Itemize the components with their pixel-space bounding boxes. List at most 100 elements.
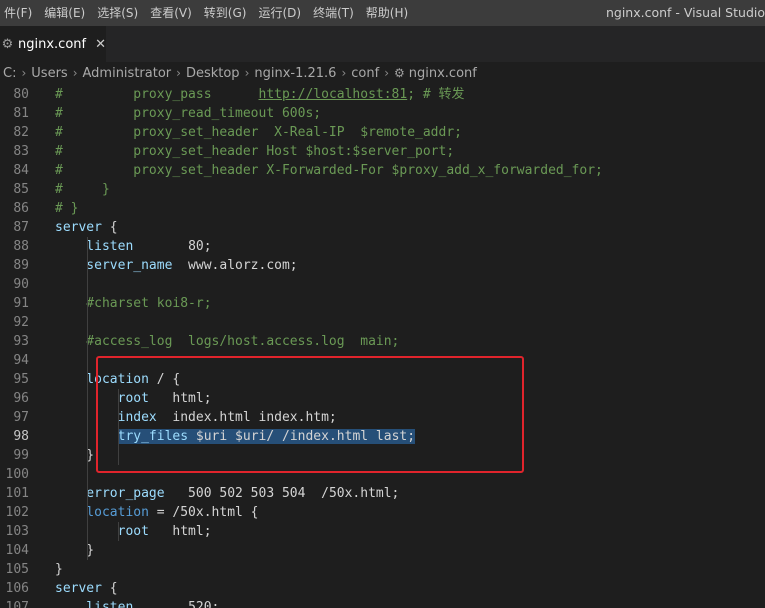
indent-guide <box>87 237 88 560</box>
code-line[interactable]: 93 #access_log logs/host.access.log main… <box>0 332 765 351</box>
code-line[interactable]: 101 error_page 500 502 503 504 /50x.html… <box>0 484 765 503</box>
code-line[interactable]: 90 <box>0 275 765 294</box>
code-token: server <box>55 220 102 235</box>
line-number: 98 <box>13 429 29 444</box>
breadcrumb-file[interactable]: nginx.conf <box>409 66 477 81</box>
menu-edit[interactable]: 编辑(E) <box>38 0 91 26</box>
line-number: 82 <box>13 125 29 140</box>
breadcrumb: C: › Users › Administrator › Desktop › n… <box>0 62 765 84</box>
code-line[interactable]: 98 try_files $uri $uri/ /index.html last… <box>0 427 765 446</box>
code-line[interactable]: 82 # proxy_set_header X-Real-IP $remote_a… <box>0 123 765 142</box>
code-line[interactable]: 84 # proxy_set_header X-Forwarded-For $pr… <box>0 161 765 180</box>
code-line[interactable]: 100 <box>0 465 765 484</box>
menu-bar: 件(F) 编辑(E) 选择(S) 查看(V) 转到(G) 运行(D) 终端(T)… <box>0 0 765 26</box>
gear-icon: ⚙ <box>1 36 14 52</box>
line-number: 107 <box>5 600 29 608</box>
code-text: location / { <box>55 370 180 389</box>
indent-guide <box>118 389 119 465</box>
code-token: # proxy_set_header X-Forwarded-For $prox… <box>55 163 603 178</box>
code-line[interactable]: 97 index index.html index.htm; <box>0 408 765 427</box>
code-token: # } <box>55 201 79 216</box>
chevron-right-icon: › <box>341 66 347 80</box>
code-line[interactable]: 105} <box>0 560 765 579</box>
menu-view[interactable]: 查看(V) <box>144 0 198 26</box>
line-number: 94 <box>13 353 29 368</box>
line-number: 105 <box>5 562 29 577</box>
breadcrumb-desktop[interactable]: Desktop <box>186 66 240 81</box>
breadcrumb-users[interactable]: Users <box>31 66 67 81</box>
code-line[interactable]: 95 location / { <box>0 370 765 389</box>
code-line[interactable]: 83 # proxy_set_header Host $host:$server_… <box>0 142 765 161</box>
code-token: 520; <box>133 600 220 608</box>
code-line[interactable]: 80 # proxy_pass http://localhost:81; # 转发 <box>0 85 765 104</box>
code-text: # proxy_set_header X-Real-IP $remote_add… <box>55 123 462 142</box>
chevron-right-icon: › <box>21 66 27 80</box>
breadcrumb-drive[interactable]: C: <box>3 66 16 81</box>
breadcrumb-administrator[interactable]: Administrator <box>83 66 172 81</box>
code-text: # proxy_set_header X-Forwarded-For $prox… <box>55 161 603 180</box>
code-line[interactable]: 94 <box>0 351 765 370</box>
line-number: 100 <box>5 467 29 482</box>
line-number: 81 <box>13 106 29 121</box>
code-token: #access_log logs/host.access.log main; <box>55 334 400 349</box>
code-line[interactable]: 103 root html; <box>0 522 765 541</box>
code-text: # } <box>55 199 78 218</box>
code-line[interactable]: 85 # } <box>0 180 765 199</box>
code-line[interactable]: 87 server { <box>0 218 765 237</box>
code-line[interactable]: 102 location = /50x.html { <box>0 503 765 522</box>
code-line[interactable]: 88 listen 80; <box>0 237 765 256</box>
code-line[interactable]: 89 server_name www.alorz.com; <box>0 256 765 275</box>
menu-help[interactable]: 帮助(H) <box>360 0 414 26</box>
menu-selection[interactable]: 选择(S) <box>91 0 144 26</box>
code-text: # } <box>55 180 110 199</box>
menu-terminal[interactable]: 终端(T) <box>307 0 360 26</box>
code-token: error_page <box>55 486 165 501</box>
code-token: { <box>101 581 118 596</box>
breadcrumb-conf[interactable]: conf <box>351 66 379 81</box>
code-line[interactable]: 86 # } <box>0 199 765 218</box>
menu-go[interactable]: 转到(G) <box>198 0 253 26</box>
code-token: root <box>55 391 149 406</box>
code-token: } <box>55 448 95 463</box>
code-line[interactable]: 81 # proxy_read_timeout 600s; <box>0 104 765 123</box>
code-text: } <box>55 446 94 465</box>
line-number: 103 <box>5 524 29 539</box>
code-token: location <box>55 505 149 520</box>
code-text: server_name www.alorz.com; <box>55 256 298 275</box>
code-token: } <box>55 562 63 577</box>
tab-strip: ⚙ nginx.conf ✕ <box>0 26 765 62</box>
code-editor[interactable]: 80 # proxy_pass http://localhost:81; # 转发… <box>0 84 765 608</box>
code-text: # proxy_pass http://localhost:81; # 转发 <box>55 85 465 104</box>
code-token: #charset koi8-r; <box>55 296 212 311</box>
close-icon[interactable]: ✕ <box>95 37 106 52</box>
breadcrumb-nginx-folder[interactable]: nginx-1.21.6 <box>254 66 336 81</box>
indent-guide <box>118 522 119 541</box>
code-text: listen 80; <box>55 237 212 256</box>
menu-run[interactable]: 运行(D) <box>252 0 307 26</box>
line-number: 86 <box>13 201 29 216</box>
code-token: $uri $uri/ /index.html last; <box>188 429 416 444</box>
code-text: location = /50x.html { <box>55 503 258 522</box>
code-token: 80; <box>133 239 212 254</box>
code-token: / { <box>148 372 181 387</box>
code-line[interactable]: 92 <box>0 313 765 332</box>
tab-nginx-conf[interactable]: ⚙ nginx.conf ✕ <box>0 26 106 62</box>
code-line[interactable]: 96 root html; <box>0 389 765 408</box>
line-number: 89 <box>13 258 29 273</box>
menu-file[interactable]: 件(F) <box>0 0 38 26</box>
code-token: http://localhost:81 <box>258 87 408 102</box>
code-token: index.html index.htm; <box>156 410 337 425</box>
code-line[interactable]: 99 } <box>0 446 765 465</box>
code-token: www.alorz.com; <box>172 258 298 273</box>
menu-list: 件(F) 编辑(E) 选择(S) 查看(V) 转到(G) 运行(D) 终端(T)… <box>0 0 414 26</box>
code-text: #access_log logs/host.access.log main; <box>55 332 399 351</box>
chevron-right-icon: › <box>384 66 389 80</box>
line-number: 87 <box>13 220 29 235</box>
code-text: #charset koi8-r; <box>55 294 212 313</box>
code-line[interactable]: 106 server { <box>0 579 765 598</box>
code-line[interactable]: 91 #charset koi8-r; <box>0 294 765 313</box>
code-line[interactable]: 104 } <box>0 541 765 560</box>
code-token: { <box>101 220 118 235</box>
line-number: 104 <box>5 543 29 558</box>
code-line[interactable]: 107 listen 520; <box>0 598 765 608</box>
